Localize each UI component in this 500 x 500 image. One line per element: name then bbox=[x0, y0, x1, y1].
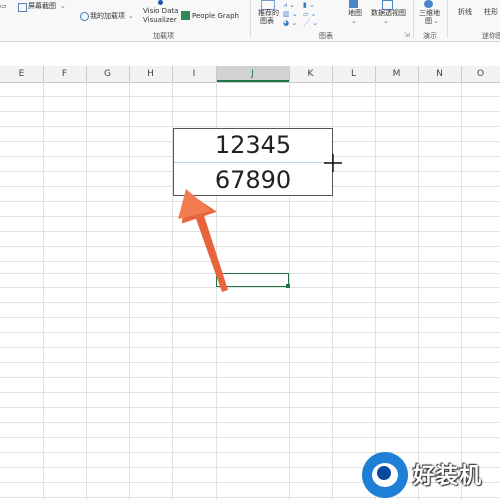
annotation-arrow-icon bbox=[178, 189, 228, 292]
watermark-text: 好装机 bbox=[413, 464, 483, 489]
watermark-logo-dot bbox=[377, 466, 391, 480]
